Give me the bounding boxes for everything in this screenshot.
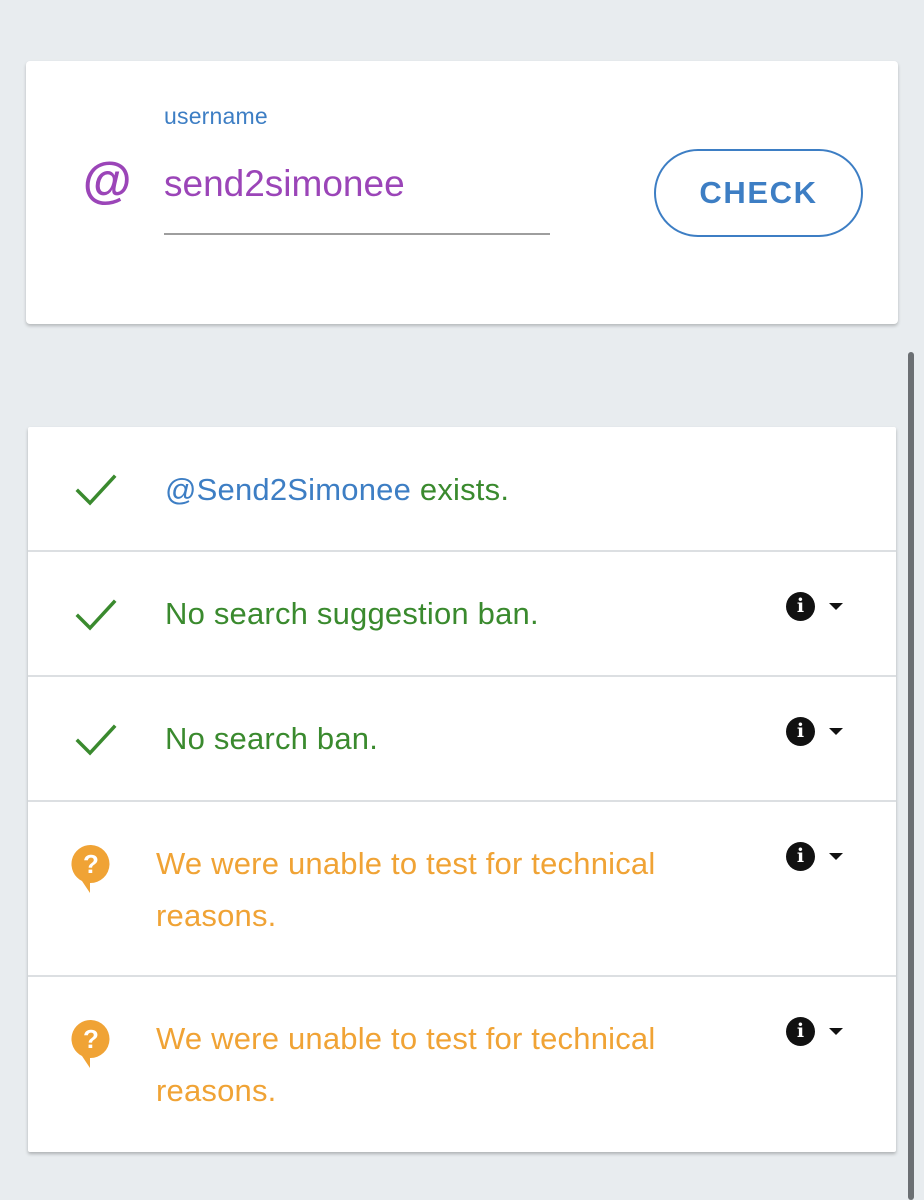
result-text-line: We were unable to test for technical (156, 1021, 656, 1056)
info-toggle-search-ban[interactable]: i (786, 715, 856, 747)
caret-down-icon (829, 1027, 843, 1035)
result-row-unknown-1: ? We were unable to test for technical r… (28, 802, 896, 977)
info-toggle-unknown-1[interactable]: i (786, 840, 856, 872)
caret-down-icon (829, 602, 843, 610)
result-row-search-suggestion-ban: No search suggestion ban. i (28, 552, 896, 677)
scrollbar-thumb[interactable] (908, 352, 914, 1200)
result-text-unknown-2: We were unable to test for technical rea… (156, 1013, 655, 1117)
page: @ username CHECK @Send2Simonee exists. N… (0, 0, 924, 1200)
check-icon (75, 724, 117, 756)
info-icon: i (786, 716, 815, 746)
result-text-line: reasons. (156, 1073, 277, 1108)
exists-suffix: exists. (411, 472, 510, 507)
info-icon: i (786, 591, 815, 621)
result-text-unknown-1: We were unable to test for technical rea… (156, 838, 655, 942)
info-toggle-search-suggestion-ban[interactable]: i (786, 590, 856, 622)
username-label: username (164, 103, 268, 129)
info-toggle-unknown-2[interactable]: i (786, 1015, 856, 1047)
caret-down-icon (829, 852, 843, 860)
info-icon: i (786, 1016, 815, 1046)
at-sign-icon: @ (82, 153, 131, 209)
svg-text:?: ? (83, 849, 99, 879)
username-input-underline (164, 233, 550, 235)
svg-text:?: ? (83, 1024, 99, 1054)
result-text-search-suggestion-ban: No search suggestion ban. (165, 596, 539, 631)
result-text-line: We were unable to test for technical (156, 846, 656, 881)
result-text-search-ban: No search ban. (165, 721, 379, 756)
info-icon: i (786, 841, 815, 871)
question-bubble-icon: ? (71, 1019, 110, 1068)
check-icon (75, 474, 117, 506)
caret-down-icon (829, 727, 843, 735)
username-input[interactable] (164, 154, 550, 214)
result-text-line: reasons. (156, 898, 277, 933)
result-row-search-ban: No search ban. i (28, 677, 896, 802)
username-handle: @Send2Simonee (165, 472, 412, 507)
result-row-unknown-2: ? We were unable to test for technical r… (28, 977, 896, 1152)
results-card: @Send2Simonee exists. No search suggesti… (28, 427, 896, 1152)
result-text-exists: @Send2Simonee exists. (165, 464, 509, 516)
question-bubble-icon: ? (71, 844, 110, 893)
check-button[interactable]: CHECK (654, 149, 863, 237)
result-row-exists: @Send2Simonee exists. (28, 427, 896, 552)
check-icon (75, 599, 117, 631)
